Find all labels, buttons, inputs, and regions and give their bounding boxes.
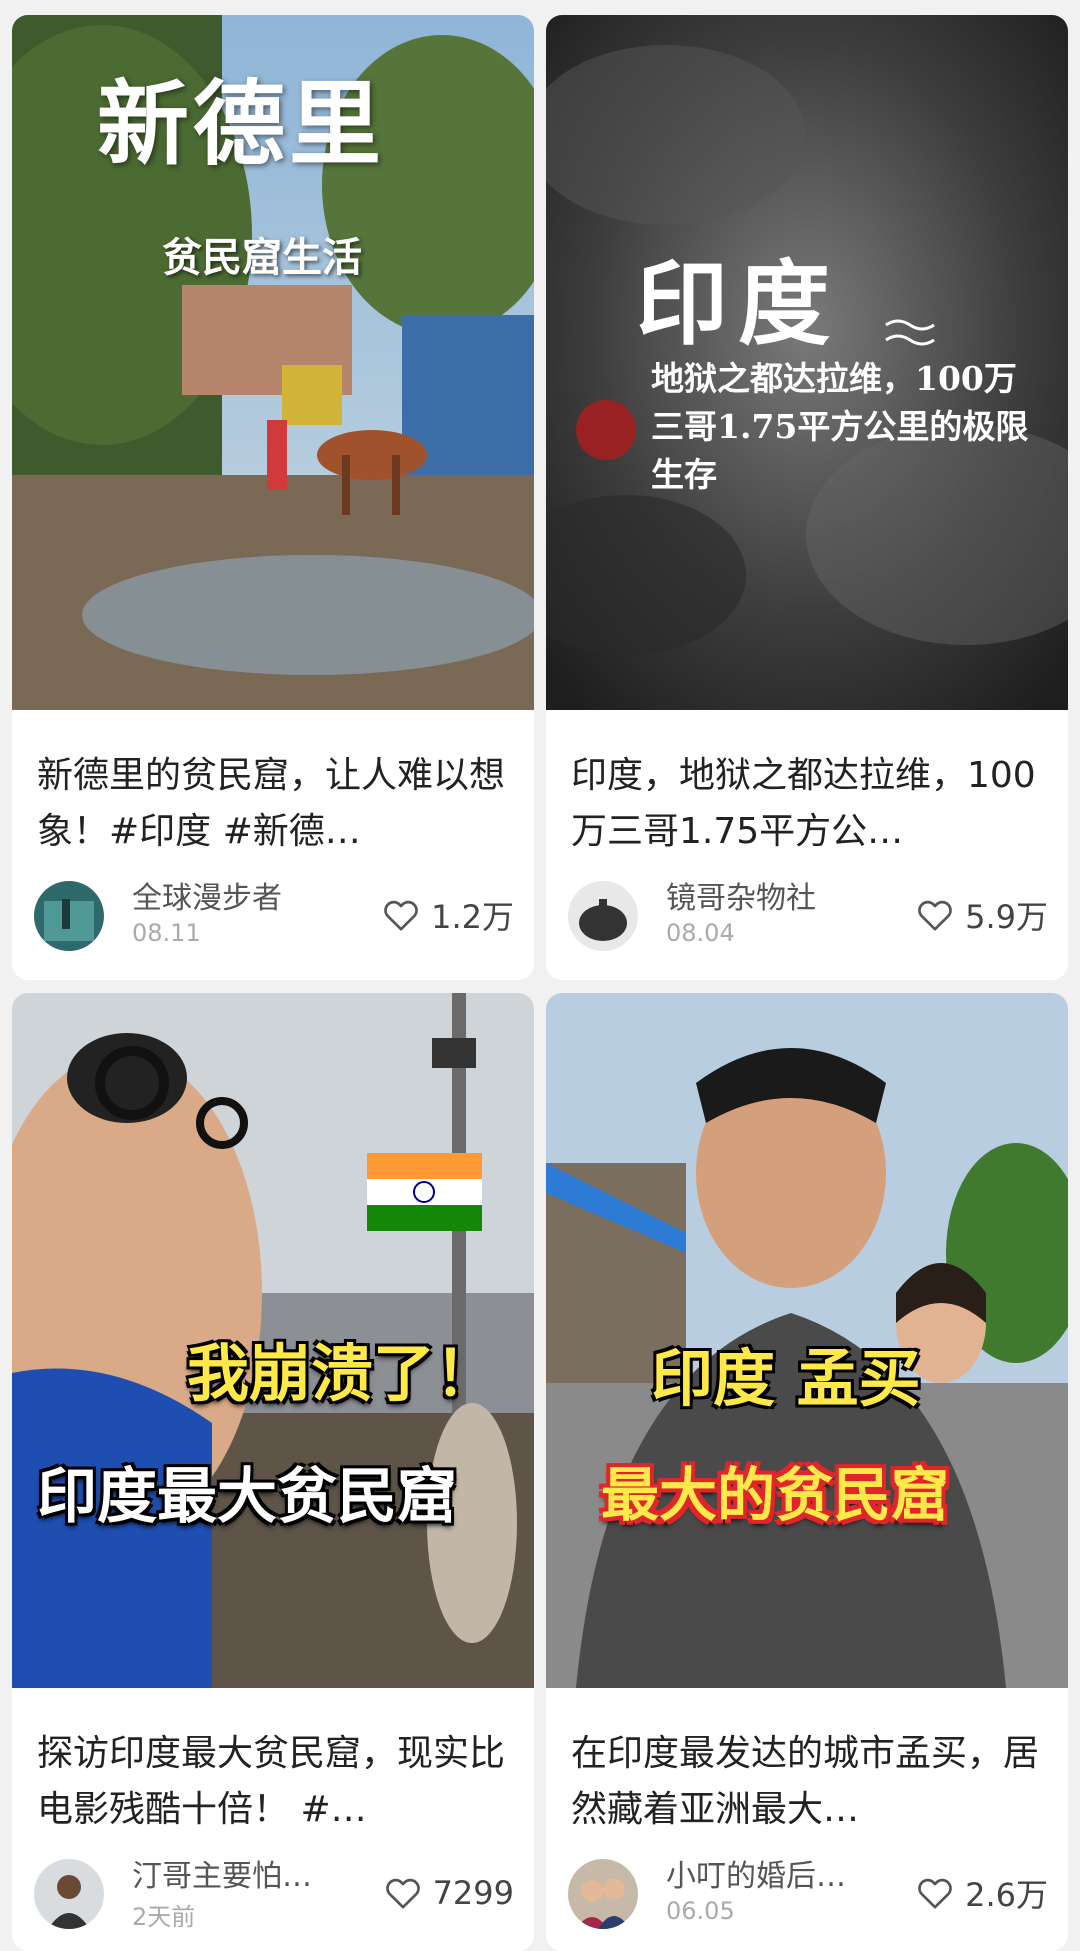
post-date: 06.05 [666, 1897, 735, 1925]
author-name[interactable]: 镜哥杂物社 [666, 873, 816, 917]
card-meta: 小叮的婚后… 06.05 2.6万 [568, 1851, 1048, 1931]
card-meta: 汀哥主要怕… 2天前 7299 [34, 1851, 514, 1931]
video-title[interactable]: 在印度最发达的城市孟买，居然藏着亚洲最大… [571, 1726, 1051, 1838]
video-thumbnail[interactable]: 印度 地狱之都达拉维，100万三哥1.75平方公里的极限生存 [546, 15, 1068, 710]
video-thumbnail[interactable]: 我崩溃了！ 印度最大贫民窟 [12, 993, 534, 1688]
card-meta: 全球漫步者 08.11 1.2万 [34, 873, 514, 953]
author-name[interactable]: 全球漫步者 [132, 873, 282, 917]
thumbnail-title: 新德里 [97, 70, 386, 178]
video-title[interactable]: 新德里的贫民窟，让人难以想象！#印度 #新德… [37, 748, 517, 860]
post-date: 08.04 [666, 919, 735, 947]
like-button[interactable]: 5.9万 [915, 893, 1048, 937]
video-card[interactable]: 新德里 贫民窟生活 新德里的贫民窟，让人难以想象！#印度 #新德… 全球漫步者 … [12, 15, 534, 980]
flag-icon [367, 1153, 482, 1231]
post-date: 08.11 [132, 919, 201, 947]
author-name[interactable]: 小叮的婚后… [666, 1851, 846, 1895]
like-button[interactable]: 2.6万 [915, 1871, 1048, 1915]
heart-outline-icon [384, 900, 418, 931]
video-card[interactable]: 我崩溃了！ 印度最大贫民窟 探访印度最大贫民窟，现实比电影残酷十倍！ #… 汀哥… [12, 993, 534, 1951]
card-meta: 镜哥杂物社 08.04 5.9万 [568, 873, 1048, 953]
heart-outline-icon [918, 1878, 952, 1909]
video-feed-grid: 新德里 贫民窟生活 新德里的贫民窟，让人难以想象！#印度 #新德… 全球漫步者 … [0, 0, 1080, 1951]
like-button[interactable]: 7299 [383, 1871, 514, 1915]
thumbnail-title: 我崩溃了！ [187, 1337, 498, 1410]
avatar[interactable] [568, 881, 638, 951]
like-count: 2.6万 [965, 1876, 1048, 1914]
thumbnail-subtitle: 地狱之都达拉维，100万三哥1.75平方公里的极限生存 [651, 359, 1029, 494]
heart-outline-icon [385, 1878, 420, 1909]
avatar[interactable] [34, 1859, 104, 1929]
thumbnail-title: 印度 孟买 [651, 1342, 921, 1415]
avatar[interactable] [34, 881, 104, 951]
like-count: 7299 [432, 1874, 514, 1912]
video-title[interactable]: 探访印度最大贫民窟，现实比电影残酷十倍！ #… [37, 1726, 517, 1838]
thumbnail-subtitle: 最大的贫民窟 [601, 1461, 950, 1529]
thumbnail-subtitle: 贫民窟生活 [162, 235, 362, 281]
avatar[interactable] [568, 1859, 638, 1929]
video-thumbnail[interactable]: 印度 孟买 最大的贫民窟 [546, 993, 1068, 1688]
like-count: 1.2万 [431, 898, 514, 936]
author-name[interactable]: 汀哥主要怕… [132, 1851, 312, 1895]
video-card[interactable]: 印度 孟买 最大的贫民窟 在印度最发达的城市孟买，居然藏着亚洲最大… 小叮的婚后… [546, 993, 1068, 1951]
post-date: 2天前 [132, 1903, 196, 1931]
like-count: 5.9万 [965, 898, 1048, 936]
thumbnail-subtitle: 印度最大贫民窟 [37, 1462, 457, 1532]
heart-outline-icon [918, 900, 952, 931]
video-title[interactable]: 印度，地狱之都达拉维，100万三哥1.75平方公… [571, 748, 1051, 860]
thumbnail-title: 印度 [636, 250, 841, 358]
video-card[interactable]: 印度 地狱之都达拉维，100万三哥1.75平方公里的极限生存 印度，地狱之都达拉… [546, 15, 1068, 980]
video-thumbnail[interactable]: 新德里 贫民窟生活 [12, 15, 534, 710]
like-button[interactable]: 1.2万 [381, 893, 514, 937]
